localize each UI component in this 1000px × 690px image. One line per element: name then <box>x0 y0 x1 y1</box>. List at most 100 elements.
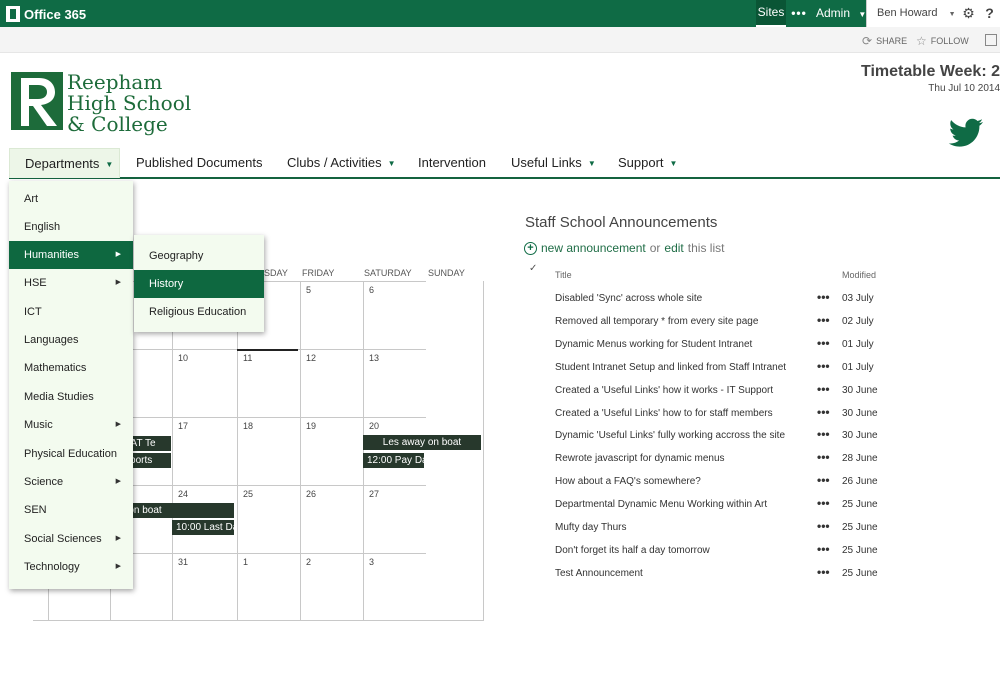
twitter-icon[interactable] <box>948 118 984 148</box>
announcement-title[interactable]: Departmental Dynamic Menu Working within… <box>555 499 767 510</box>
ellipsis-menu-icon[interactable]: ••• <box>817 382 830 396</box>
announcement-title[interactable]: Mufty day Thurs <box>555 522 627 533</box>
dept-english[interactable]: English <box>9 213 133 241</box>
calendar-day-cell[interactable]: 11 <box>237 349 300 417</box>
dept-languages[interactable]: Languages <box>9 326 133 354</box>
announcement-row[interactable]: Dynamic 'Useful Links' fully working acc… <box>555 427 905 447</box>
dept-music[interactable]: Music ▶ <box>9 411 133 439</box>
nav-useful-links[interactable]: Useful Links ▼ <box>511 148 596 178</box>
calendar-day-cell[interactable]: 26 <box>300 485 363 553</box>
announcement-title[interactable]: Created a 'Useful Links' how to for staf… <box>555 408 773 419</box>
calendar-day-cell[interactable]: 6 <box>363 281 426 349</box>
dept-media-studies[interactable]: Media Studies <box>9 383 133 411</box>
announcement-title[interactable]: Student Intranet Setup and linked from S… <box>555 362 786 373</box>
calendar-day-cell[interactable]: 1 <box>237 553 300 621</box>
ellipsis-menu-icon[interactable]: ••• <box>817 473 830 487</box>
announcement-title[interactable]: Disabled 'Sync' across whole site <box>555 293 702 304</box>
ellipsis-menu-icon[interactable]: ••• <box>817 496 830 510</box>
calendar-day-cell[interactable]: 2 <box>300 553 363 621</box>
calendar-day-cell[interactable]: 17 <box>172 417 237 485</box>
ellipsis-menu-icon[interactable]: ••• <box>817 336 830 350</box>
calendar-event[interactable]: Les away on boat <box>363 435 481 450</box>
nav-intervention[interactable]: Intervention <box>418 148 486 178</box>
announcement-row[interactable]: Removed all temporary * from every site … <box>555 313 905 333</box>
sub-history[interactable]: History <box>134 270 264 298</box>
new-announcement-link[interactable]: new announcement <box>541 241 646 255</box>
calendar-day-cell[interactable]: 19 <box>300 417 363 485</box>
calendar-day-cell[interactable]: 12 <box>300 349 363 417</box>
nav-clubs-activities[interactable]: Clubs / Activities ▼ <box>287 148 396 178</box>
dept-mathematics[interactable]: Mathematics <box>9 354 133 382</box>
ellipsis-menu-icon[interactable]: ••• <box>817 313 830 327</box>
focus-content-icon[interactable] <box>985 34 997 46</box>
calendar-day-cell[interactable]: 31 <box>172 553 237 621</box>
ellipsis-menu-icon[interactable]: ••• <box>817 519 830 533</box>
announcement-row[interactable]: Dynamic Menus working for Student Intran… <box>555 336 905 356</box>
announcement-title[interactable]: Created a 'Useful Links' how it works - … <box>555 385 773 396</box>
office365-brand[interactable]: Office 365 <box>6 5 86 23</box>
dept-social-sciences[interactable]: Social Sciences ▶ <box>9 525 133 553</box>
calendar-day-cell[interactable]: 27 <box>363 485 426 553</box>
dept-science[interactable]: Science ▶ <box>9 468 133 496</box>
edit-list-link[interactable]: edit <box>664 241 683 255</box>
ellipsis-menu-icon[interactable]: ••• <box>817 405 830 419</box>
announcement-row[interactable]: Student Intranet Setup and linked from S… <box>555 359 905 379</box>
announcement-title[interactable]: How about a FAQ's somewhere? <box>555 476 701 487</box>
dept-hse[interactable]: HSE ▶ <box>9 269 133 297</box>
user-menu[interactable]: Ben Howard ▼ <box>866 0 958 27</box>
announcement-row[interactable]: How about a FAQ's somewhere? ••• 26 June <box>555 473 905 493</box>
announcement-row[interactable]: Rewrote javascript for dynamic menus ••• 2… <box>555 450 905 470</box>
announcement-title[interactable]: Dynamic Menus working for Student Intran… <box>555 339 752 350</box>
add-icon[interactable]: + <box>524 241 537 255</box>
nav-support[interactable]: Support ▼ <box>618 148 677 178</box>
ellipsis-menu-icon[interactable]: ••• <box>817 542 830 556</box>
announcement-title[interactable]: Dynamic 'Useful Links' fully working acc… <box>555 430 785 441</box>
calendar-day-cell[interactable]: 13 <box>363 349 426 417</box>
gear-icon[interactable]: ⚙ <box>958 0 979 27</box>
announcement-title[interactable]: Don't forget its half a day tomorrow <box>555 545 710 556</box>
announcement-row[interactable]: Mufty day Thurs ••• 25 June <box>555 519 905 539</box>
announcement-row[interactable]: Don't forget its half a day tomorrow ••• 2… <box>555 542 905 562</box>
announcement-row[interactable]: Created a 'Useful Links' how it works - … <box>555 382 905 402</box>
ellipsis-menu-icon[interactable]: ••• <box>817 450 830 464</box>
dept-physical-education[interactable]: Physical Education <box>9 440 133 468</box>
dept-humanities[interactable]: Humanities ▶ <box>9 241 133 269</box>
column-header-title[interactable]: Title <box>555 270 572 280</box>
dept-sen[interactable]: SEN <box>9 496 133 524</box>
announcement-row[interactable]: Disabled 'Sync' across whole site ••• 03 J… <box>555 290 905 310</box>
sites-link[interactable]: Sites <box>756 0 786 27</box>
announcement-title[interactable]: Removed all temporary * from every site … <box>555 316 758 327</box>
announcement-row[interactable]: Test Announcement ••• 25 June <box>555 565 905 585</box>
announcement-title[interactable]: Rewrote javascript for dynamic menus <box>555 453 725 464</box>
announcement-row[interactable]: Created a 'Useful Links' how to for staf… <box>555 405 905 425</box>
calendar-day-cell[interactable]: 3 <box>363 553 426 621</box>
sub-religious-education[interactable]: Religious Education <box>134 298 264 326</box>
calendar-day-cell[interactable]: 18 <box>237 417 300 485</box>
calendar-day-cell[interactable]: 20 <box>363 417 426 485</box>
announcement-title[interactable]: Test Announcement <box>555 568 643 579</box>
dept-ict[interactable]: ICT <box>9 298 133 326</box>
nav-departments[interactable]: Departments ▼ <box>9 148 120 178</box>
calendar-day-cell[interactable]: 24 <box>172 485 237 553</box>
calendar-day-cell[interactable]: 10 <box>172 349 237 417</box>
select-all-checkmark-icon[interactable]: ✓ <box>529 263 537 274</box>
calendar-day-cell[interactable]: 5 <box>300 281 363 349</box>
nav-published-documents[interactable]: Published Documents <box>136 148 262 178</box>
help-icon[interactable]: ? <box>979 0 1000 27</box>
calendar-event[interactable]: 12:00 Pay Da <box>363 453 424 468</box>
ellipsis-menu-icon[interactable]: ••• <box>817 565 830 579</box>
admin-menu[interactable]: Admin ▼ <box>816 0 866 27</box>
calendar-day-cell[interactable]: 25 <box>237 485 300 553</box>
sub-geography[interactable]: Geography <box>134 242 264 270</box>
follow-button[interactable]: ☆ FOLLOW <box>916 34 969 48</box>
more-apps-button[interactable]: ••• <box>791 0 807 27</box>
school-logo[interactable]: Reepham High School & College <box>11 71 191 135</box>
ellipsis-menu-icon[interactable]: ••• <box>817 290 830 304</box>
ellipsis-menu-icon[interactable]: ••• <box>817 359 830 373</box>
calendar-event[interactable]: 10:00 Last Da <box>172 520 234 535</box>
dept-technology[interactable]: Technology ▶ <box>9 553 133 581</box>
column-header-modified[interactable]: Modified <box>842 270 876 280</box>
ellipsis-menu-icon[interactable]: ••• <box>817 427 830 441</box>
share-button[interactable]: ⟳ SHARE <box>862 34 907 48</box>
announcement-row[interactable]: Departmental Dynamic Menu Working within… <box>555 496 905 516</box>
